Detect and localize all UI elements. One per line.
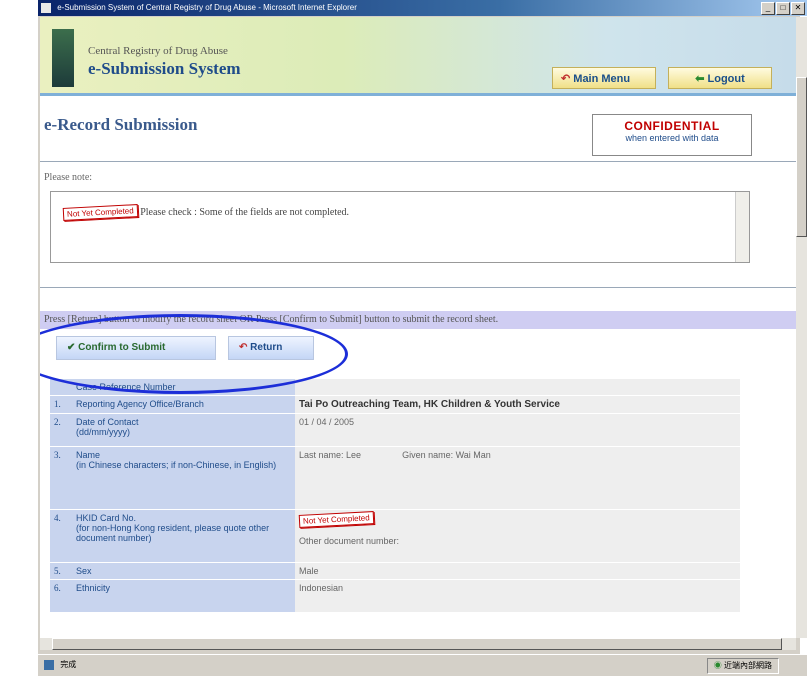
note-message: Please check : Some of the fields are no… xyxy=(140,207,350,218)
main-menu-label: Main Menu xyxy=(573,73,631,85)
confidential-subtext: when entered with data xyxy=(625,133,719,143)
status-text: 完成 xyxy=(60,660,77,669)
page-done-icon xyxy=(44,660,54,670)
main-menu-button[interactable]: ↶ Main Menu xyxy=(552,67,656,89)
vertical-scrollbar[interactable] xyxy=(796,17,807,638)
field-value: Male xyxy=(295,562,740,580)
divider xyxy=(40,287,796,288)
table-row: 3. Name (in Chinese characters; if non-C… xyxy=(50,446,740,510)
note-content: Not Yet Completed Please check : Some of… xyxy=(62,204,350,221)
field-label-text: Date of Contact xyxy=(76,417,139,427)
zone-label: 近端內部網路 xyxy=(724,661,772,670)
field-label: Sex xyxy=(72,562,295,580)
hkid-not-completed-stamp: Not Yet Completed xyxy=(298,511,375,528)
field-value: Not Yet Completed Other document number: xyxy=(295,509,740,563)
close-button[interactable]: ✕ xyxy=(791,2,805,15)
window-title: e-Submission System of Central Registry … xyxy=(57,3,357,12)
note-scrollbar[interactable] xyxy=(735,192,749,262)
browser-icon xyxy=(41,3,51,13)
field-sublabel: (in Chinese characters; if non-Chinese, … xyxy=(76,460,277,470)
row-number: 2. xyxy=(50,413,72,447)
divider xyxy=(40,161,796,162)
field-label-text: Name xyxy=(76,450,101,460)
agency-name: Central Registry of Drug Abuse xyxy=(88,45,228,57)
page-title: e-Record Submission xyxy=(44,115,198,134)
other-document-label: Other document number: xyxy=(299,536,400,546)
not-completed-stamp: Not Yet Completed xyxy=(62,204,139,221)
table-row: 4. HKID Card No. (for non-Hong Kong resi… xyxy=(50,509,740,563)
record-table: Case Reference Number 1. Reporting Agenc… xyxy=(50,379,740,613)
row-number: 3. xyxy=(50,446,72,510)
site-header: Central Registry of Drug Abuse e-Submiss… xyxy=(40,17,796,96)
logo-icon xyxy=(52,29,74,87)
field-value: Tai Po Outreaching Team, HK Children & Y… xyxy=(295,395,740,414)
table-row: 5. Sex Male xyxy=(50,562,740,580)
window-title-bar: e-Submission System of Central Registry … xyxy=(38,0,807,16)
table-row: 2. Date of Contact (dd/mm/yyyy) 01 / 04 … xyxy=(50,413,740,447)
field-label-text: HKID Card No. xyxy=(76,513,137,523)
table-row: 6. Ethnicity Indonesian xyxy=(50,579,740,613)
confidential-text: CONFIDENTIAL xyxy=(624,119,720,133)
field-label: Reporting Agency Office/Branch xyxy=(72,395,295,414)
confidential-badge: CONFIDENTIAL when entered with data xyxy=(592,114,752,156)
security-zone: ◉ 近端內部網路 xyxy=(706,658,779,674)
note-textarea[interactable]: Not Yet Completed Please check : Some of… xyxy=(50,191,750,263)
intranet-icon: ◉ xyxy=(713,661,722,670)
note-label: Please note: xyxy=(44,172,93,183)
field-label: Ethnicity xyxy=(72,579,295,613)
minimize-button[interactable]: _ xyxy=(761,2,775,15)
maximize-button[interactable]: □ xyxy=(776,2,790,15)
system-name: e-Submission System xyxy=(88,59,241,78)
field-label: HKID Card No. (for non-Hong Kong residen… xyxy=(72,509,295,563)
field-label: Date of Contact (dd/mm/yyyy) xyxy=(72,413,295,447)
logout-button[interactable]: ⬅ Logout xyxy=(668,67,772,89)
field-sublabel: (dd/mm/yyyy) xyxy=(76,427,130,437)
left-arrow-icon: ⬅ xyxy=(695,73,705,85)
field-value: 01 / 04 / 2005 xyxy=(295,413,740,447)
vertical-scroll-thumb[interactable] xyxy=(796,77,807,237)
case-ref-value xyxy=(295,379,740,396)
row-number: 5. xyxy=(50,562,72,580)
horizontal-scrollbar[interactable] xyxy=(40,638,796,650)
logout-label: Logout xyxy=(707,73,745,85)
back-arrow-icon: ↶ xyxy=(561,73,571,85)
field-value: Indonesian xyxy=(295,579,740,613)
row-number: 4. xyxy=(50,509,72,563)
table-row: 1. Reporting Agency Office/Branch Tai Po… xyxy=(50,395,740,414)
field-label: Name (in Chinese characters; if non-Chin… xyxy=(72,446,295,510)
given-name-value: Given name: Wai Man xyxy=(402,450,491,460)
field-value: Last name: Lee Given name: Wai Man xyxy=(295,446,740,510)
status-bar: 完成 ◉ 近端內部網路 xyxy=(38,654,807,676)
row-number: 6. xyxy=(50,579,72,613)
last-name-value: Last name: Lee xyxy=(299,450,362,460)
field-sublabel: (for non-Hong Kong resident, please quot… xyxy=(76,523,270,543)
window-controls: _ □ ✕ xyxy=(761,2,805,15)
row-number: 1. xyxy=(50,395,72,414)
page-content: Central Registry of Drug Abuse e-Submiss… xyxy=(40,17,796,638)
horizontal-scroll-thumb[interactable] xyxy=(52,638,782,650)
